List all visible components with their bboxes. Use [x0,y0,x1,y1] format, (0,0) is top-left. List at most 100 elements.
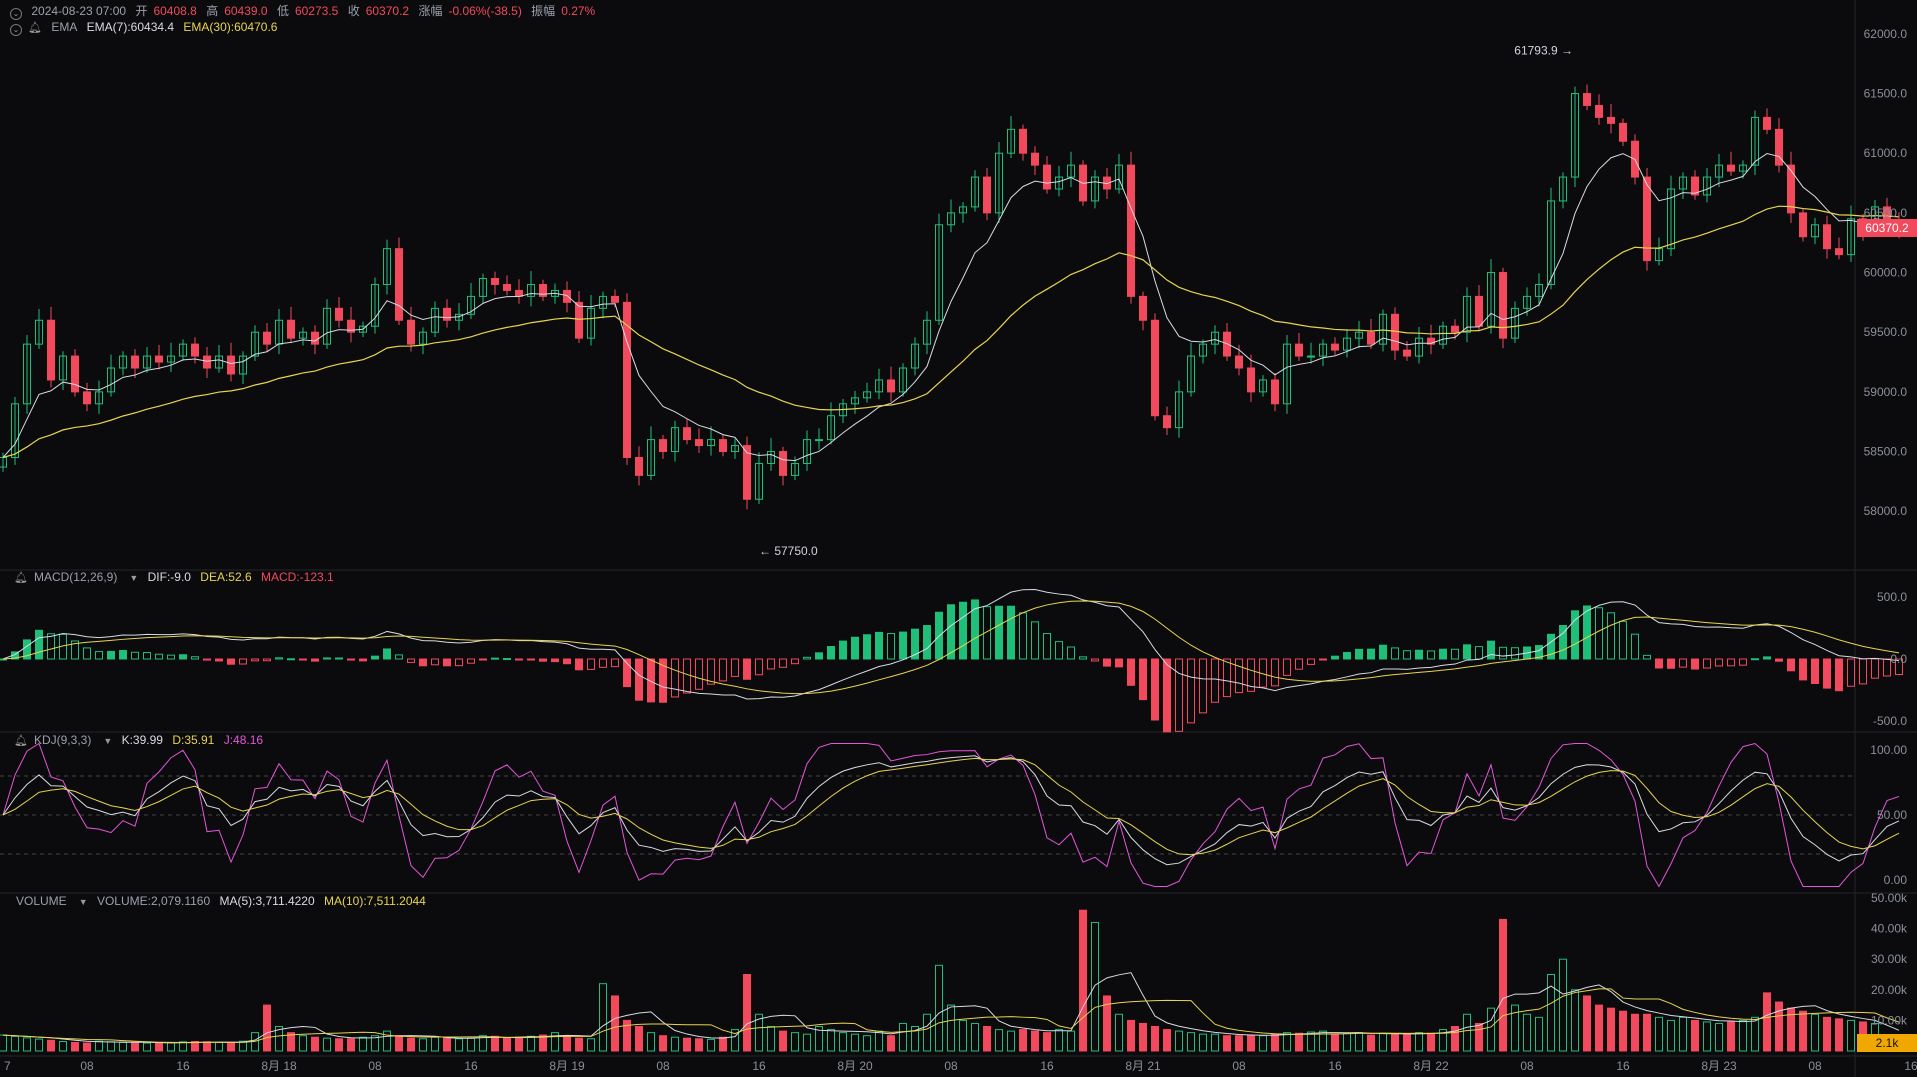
bell-icon[interactable]: 🔔︎ [14,572,28,584]
chevron-down-icon[interactable]: ⌄ [10,8,22,20]
macd-histogram-bar [239,658,247,665]
macd-histogram-bar [1715,658,1723,667]
macd-histogram-bar [1607,612,1615,660]
macd-histogram-bar [1631,633,1639,660]
macd-indicator-name[interactable]: MACD(12,26,9) [34,570,117,584]
volume-bar [1763,992,1771,1052]
price-tick-label: 62000.0 [1864,27,1908,41]
candle-body [1787,164,1795,214]
volume-bar [1211,1033,1219,1052]
volume-bar [263,1004,271,1052]
volume-indicator-name[interactable]: VOLUME [16,894,67,908]
macd-histogram-bar [875,631,883,660]
time-tick-label: 16 [464,1059,478,1073]
volume-bar [1163,1029,1171,1052]
volume-bar [995,1029,1003,1052]
macd-histogram-bar [731,658,739,677]
macd-histogram-bar [1103,658,1111,667]
candle-body [1403,349,1411,357]
d-value: D:35.91 [172,733,215,747]
candle-body [659,439,667,453]
volume-bar [1187,1032,1195,1052]
macd-histogram-bar [959,601,967,660]
chevron-down-icon[interactable]: ⌄ [10,24,22,36]
volume-bar [983,1026,991,1052]
volume-bar [155,1042,163,1052]
macd-histogram-bar [1439,648,1447,660]
candle-body [503,283,511,291]
bell-icon[interactable]: 🔔︎ [28,22,42,34]
macd-histogram-bar [455,658,463,667]
volume-bar [923,1013,931,1052]
low-marker-label: ← 57750.0 [759,544,818,558]
caret-down-icon[interactable]: ▼ [103,736,112,746]
volume-bar [863,1035,871,1052]
candle-body [1391,313,1399,351]
macd-histogram-bar [1283,658,1291,676]
candle-body [71,355,79,393]
volume-bar [443,1037,451,1052]
volume-bar [1151,1026,1159,1052]
macd-histogram-bar [1871,658,1879,679]
macd-histogram-bar [695,658,703,690]
volume-bar [1739,1019,1747,1052]
candle-body [575,301,583,339]
caret-down-icon[interactable]: ▼ [79,897,88,907]
macd-histogram-bar [1319,658,1327,661]
macd-histogram-bar [167,654,175,660]
macd-histogram-bar [551,658,559,663]
macd-histogram-bar [1787,658,1795,672]
volume-bar [1727,1021,1735,1052]
chart-canvas[interactable]: 62000.0 61500.0 61000.0 60500.0 60000.0 59500… [0,0,1917,1077]
volume-bar [647,1032,655,1052]
macd-histogram-bar [1115,658,1123,668]
macd-histogram-bar [371,655,379,660]
volume-bar [1175,1030,1183,1052]
price-tick-label: 59000.0 [1864,385,1908,399]
candle-body [131,355,139,369]
volume-bar [1799,1010,1807,1052]
macd-histogram-bar [1175,658,1183,732]
macd-histogram-bar [1667,658,1675,669]
price-tick-label: 60500.0 [1864,206,1908,220]
ema-indicator-name[interactable]: EMA [51,20,77,34]
bell-icon[interactable]: 🔔︎ [14,735,28,747]
macd-histogram-bar [1043,633,1051,660]
candle-body [1583,93,1591,106]
kdj-indicator-name[interactable]: KDJ(9,3,3) [34,733,91,747]
volume-bar [1583,995,1591,1052]
macd-histogram-bar [635,658,643,701]
macd-histogram-bar [1307,658,1315,665]
volume-bar [599,983,607,1052]
macd-histogram-bar [599,658,607,668]
macd-histogram-bar [1055,641,1063,660]
dif-value: DIF:-9.0 [147,570,191,584]
volume-bar [1571,989,1579,1052]
volume-bar [1067,1030,1075,1052]
caret-down-icon[interactable]: ▼ [129,573,138,583]
volume-tick-label: 30.00k [1871,952,1908,966]
volume-bar [431,1036,439,1052]
macd-histogram-bar [263,658,271,662]
volume-bar [1463,1013,1471,1052]
volume-bar [407,1037,415,1052]
volume-bar [1487,1007,1495,1052]
volume-bar [1715,1022,1723,1052]
macd-histogram-bar [995,605,1003,660]
volume-bar [1751,1016,1759,1052]
macd-histogram-bar [791,658,799,665]
volume-bar [575,1037,583,1052]
candle-body [1295,343,1303,357]
volume-bar [1475,1022,1483,1052]
macd-histogram-bar [1163,658,1171,733]
volume-bar [1235,1035,1243,1052]
macd-histogram-bar [1031,621,1039,660]
macd-histogram-bar [35,629,43,660]
volume-bar [1655,1016,1663,1052]
macd-histogram-bar [1859,658,1867,685]
time-tick-label: 08 [1232,1059,1246,1073]
volume-bar [587,1038,595,1052]
macd-histogram-bar [299,658,307,661]
volume-bar [791,1032,799,1052]
volume-bar [299,1035,307,1052]
